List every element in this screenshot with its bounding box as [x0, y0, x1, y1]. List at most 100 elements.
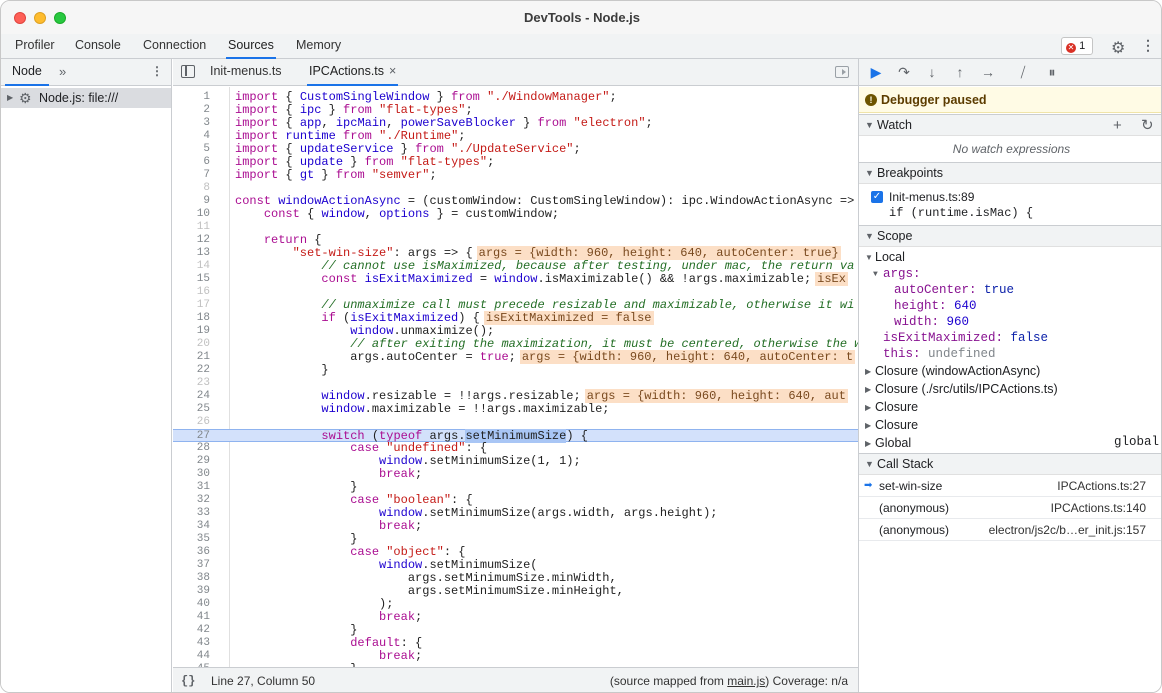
line-number[interactable]: 10 [173, 208, 210, 221]
line-number[interactable]: 20 [173, 338, 210, 351]
call-frame[interactable]: (anonymous) electron/js2c/b…er_init.js:1… [859, 519, 1161, 541]
line-number[interactable]: 32 [173, 494, 210, 507]
line-number[interactable]: 14 [173, 260, 210, 273]
frame-location[interactable]: IPCActions.ts:140 [1051, 497, 1146, 519]
expand-arrow-icon[interactable]: ▶ [7, 88, 13, 108]
step-over-icon[interactable]: ↷ [895, 64, 913, 80]
close-tab-icon[interactable]: × [389, 64, 396, 78]
line-number[interactable]: 15 [173, 273, 210, 286]
scope-args[interactable]: ▼ args: [873, 266, 921, 283]
tab-memory[interactable]: Memory [294, 34, 343, 59]
tab-profiler[interactable]: Profiler [13, 34, 57, 59]
tab-console[interactable]: Console [73, 34, 123, 59]
line-number[interactable]: 30 [173, 468, 210, 481]
tab-connection[interactable]: Connection [141, 34, 208, 59]
scope-closure[interactable]: ▶ Closure [865, 399, 918, 416]
line-number[interactable]: 23 [173, 377, 210, 390]
line-number[interactable]: 13 [173, 247, 210, 260]
settings-gear-icon[interactable]: ⚙ [1111, 38, 1125, 58]
editor-tab-ipcactions[interactable]: IPCActions.ts × [307, 59, 399, 86]
line-number[interactable]: 31 [173, 481, 210, 494]
line-number[interactable]: 18 [173, 312, 210, 325]
line-number[interactable]: 25 [173, 403, 210, 416]
error-icon: ✕ [1066, 43, 1076, 53]
line-number[interactable]: 41 [173, 611, 210, 624]
line-number[interactable]: 36 [173, 546, 210, 559]
line-number[interactable]: 8 [173, 182, 210, 195]
frame-location[interactable]: IPCActions.ts:27 [1057, 475, 1146, 497]
line-number[interactable]: 44 [173, 650, 210, 663]
step-out-icon[interactable]: ↑ [951, 64, 969, 80]
line-number[interactable]: 2 [173, 104, 210, 117]
add-watch-icon[interactable]: + [1113, 115, 1122, 136]
tab-sources[interactable]: Sources [226, 34, 276, 59]
more-options-icon[interactable]: ⋮ [1141, 37, 1155, 54]
tab-node[interactable]: Node [5, 59, 49, 86]
code-area[interactable]: 1 import { CustomSingleWindow } from "./W… [173, 87, 858, 667]
line-number[interactable]: 35 [173, 533, 210, 546]
breakpoint-checkbox[interactable]: ✓ [871, 191, 883, 203]
toggle-navigator-icon[interactable] [181, 65, 195, 78]
line-number[interactable]: 17 [173, 299, 210, 312]
line-number[interactable]: 34 [173, 520, 210, 533]
collapse-arrow-icon: ▼ [865, 459, 874, 469]
scope-section-header[interactable]: ▼ Scope [859, 225, 1161, 247]
editor-tab-init-menus[interactable]: Init-menus.ts [208, 59, 284, 86]
scope-closure[interactable]: ▶ Closure [865, 417, 918, 434]
call-stack-section-header[interactable]: ▼ Call Stack [859, 453, 1161, 475]
line-number[interactable]: 37 [173, 559, 210, 572]
scope-global[interactable]: ▶ Global [865, 435, 911, 452]
line-number[interactable]: 29 [173, 455, 210, 468]
scope-closure[interactable]: ▶ Closure (./src/utils/IPCActions.ts) [865, 381, 1058, 398]
line-number[interactable]: 12 [173, 234, 210, 247]
step-icon[interactable]: → [979, 64, 997, 80]
frame-location[interactable]: electron/js2c/b…er_init.js:157 [989, 519, 1146, 541]
line-number[interactable]: 43 [173, 637, 210, 650]
more-tabs-icon[interactable]: » [59, 64, 66, 79]
line-number[interactable]: 38 [173, 572, 210, 585]
resume-icon[interactable]: ▶︎ [867, 64, 885, 80]
breakpoints-section-header[interactable]: ▼ Breakpoints [859, 162, 1161, 184]
pretty-print-button[interactable]: {} [181, 668, 195, 692]
scope-closure[interactable]: ▶ Closure (windowActionAsync) [865, 363, 1040, 380]
code-line[interactable]: 10 const { window, options } = customWin… [173, 208, 858, 221]
step-into-icon[interactable]: ↓ [923, 64, 941, 80]
code-line[interactable]: 25 window.maximizable = !!args.maximizab… [173, 403, 858, 416]
code-line[interactable]: 22 } [173, 364, 858, 377]
line-number[interactable]: 3 [173, 117, 210, 130]
line-number[interactable]: 9 [173, 195, 210, 208]
pause-on-exceptions-icon[interactable]: ⏸ [1043, 64, 1061, 80]
line-number[interactable]: 4 [173, 130, 210, 143]
refresh-watch-icon[interactable]: ↻ [1141, 115, 1154, 136]
line-number[interactable]: 42 [173, 624, 210, 637]
source-map-link[interactable]: main.js [727, 674, 765, 688]
deactivate-breakpoints-icon[interactable]: ⧸ [1014, 64, 1032, 80]
code-line[interactable]: 15 const isExitMaximized = window.isMaxi… [173, 272, 858, 286]
watch-section-header[interactable]: ▼ Watch + ↻ [859, 114, 1161, 136]
scope-local[interactable]: ▼ Local [865, 249, 905, 266]
line-number[interactable]: 5 [173, 143, 210, 156]
line-number[interactable]: 1 [173, 91, 210, 104]
line-number[interactable]: 21 [173, 351, 210, 364]
toggle-debugger-icon[interactable] [835, 66, 849, 78]
code-line[interactable]: 26 [173, 416, 858, 429]
line-number[interactable]: 6 [173, 156, 210, 169]
line-number[interactable]: 40 [173, 598, 210, 611]
line-number[interactable]: 16 [173, 286, 210, 299]
call-frame[interactable]: (anonymous) IPCActions.ts:140 [859, 497, 1161, 519]
line-number[interactable]: 28 [173, 442, 210, 455]
line-number[interactable]: 26 [173, 416, 210, 429]
line-number[interactable]: 24 [173, 390, 210, 403]
breakpoint-location[interactable]: Init-menus.ts:89 [889, 190, 974, 204]
error-count-badge[interactable]: ✕ 1 [1061, 37, 1093, 55]
line-number[interactable]: 33 [173, 507, 210, 520]
line-number[interactable]: 11 [173, 221, 210, 234]
navigator-menu-icon[interactable]: ⋮ [151, 64, 163, 78]
line-number[interactable]: 22 [173, 364, 210, 377]
call-frame[interactable]: ➡ set-win-size IPCActions.ts:27 [859, 475, 1161, 497]
code-line[interactable]: 7 import { gt } from "semver"; [173, 169, 858, 182]
tree-item-node-js[interactable]: ▶ ⚙ Node.js: file:/// [1, 88, 171, 108]
line-number[interactable]: 39 [173, 585, 210, 598]
line-number[interactable]: 19 [173, 325, 210, 338]
line-number[interactable]: 7 [173, 169, 210, 182]
